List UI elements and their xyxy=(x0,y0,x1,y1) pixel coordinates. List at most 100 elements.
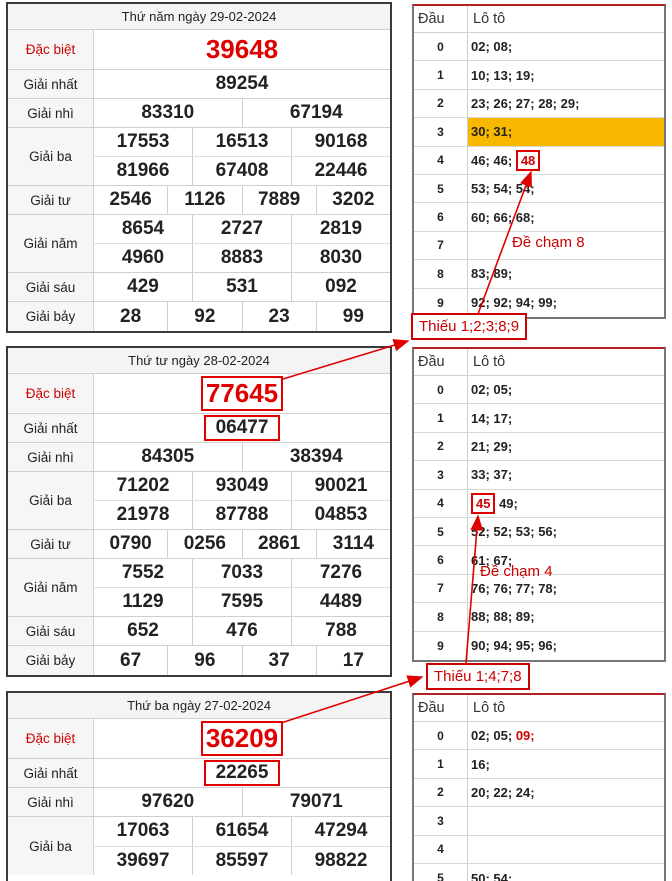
second-prize-value: 79071 xyxy=(241,788,391,816)
loto-numbers: 52; 52; 53; 56; xyxy=(471,524,557,540)
loto-column-header: Lô tô xyxy=(473,11,506,27)
third-prize-value: 47294 xyxy=(291,817,390,846)
head-column-header: Đầu xyxy=(414,695,468,721)
loto-numbers: 02; 08; xyxy=(471,39,513,55)
result-table-29-02: Thứ năm ngày 29-02-2024 Đặc biệt 39648 G… xyxy=(6,2,392,333)
sixth-prize-value: 429 xyxy=(127,276,159,297)
loto-special-tail-box: 45 xyxy=(471,492,496,514)
second-prize-label: Giải nhì xyxy=(8,443,94,471)
loto-numbers: 46; 46; xyxy=(471,152,516,168)
third-prize-row: Giải ba 17553 16513 90168 81966 67408 22… xyxy=(8,128,390,186)
special-prize-label: Đặc biệt xyxy=(8,374,94,413)
third-prize-row: Giải ba 17063 61654 47294 39697 85597 98… xyxy=(8,817,390,875)
loto-head: 8 xyxy=(414,260,468,288)
third-prize-value: 98822 xyxy=(291,846,390,875)
loto-numbers: 10; 13; 19; xyxy=(471,67,535,83)
loto-head: 8 xyxy=(414,603,468,631)
fifth-prize-value: 4489 xyxy=(291,588,390,616)
special-prize-value: 77645 xyxy=(200,376,284,411)
touch-note-2: Đề chạm 4 xyxy=(480,563,553,580)
third-prize-label: Giải ba xyxy=(8,128,94,185)
fifth-prize-value: 8883 xyxy=(192,244,291,272)
loto-numbers: 53; 54; 54; xyxy=(471,181,535,197)
loto-table-29-02: Đầu Lô tô 0 02; 08; 1 10; 13; 19; 2 23; 26;… xyxy=(412,4,666,319)
fifth-prize-value: 2727 xyxy=(192,215,291,243)
loto-head: 0 xyxy=(414,722,468,750)
fourth-prize-label: Giải tư xyxy=(8,186,94,214)
seventh-prize-row: Giải bảy 28 92 23 99 xyxy=(8,302,390,331)
loto-head: 3 xyxy=(414,461,468,489)
fifth-prize-value: 7033 xyxy=(192,559,291,587)
special-prize-value: 36209 xyxy=(200,721,284,756)
fifth-prize-value: 1129 xyxy=(122,591,164,612)
first-prize-row: Giải nhất 22265 xyxy=(8,759,390,788)
loto-numbers: 16; xyxy=(471,756,490,772)
seventh-prize-value: 67 xyxy=(120,649,142,671)
first-prize-label: Giải nhất xyxy=(8,414,94,442)
loto-table-27-02: Đầu Lô tô 0 02; 05; 09; 1 16; 2 20; 22; 24;… xyxy=(412,693,666,881)
fifth-prize-value: 8030 xyxy=(291,244,390,272)
first-prize-value: 89254 xyxy=(215,73,269,94)
loto-head: 4 xyxy=(414,489,468,517)
fourth-prize-value: 7889 xyxy=(241,186,316,214)
fourth-prize-value: 2861 xyxy=(241,530,316,558)
loto-special-tail-box: 48 xyxy=(515,149,541,171)
loto-highlight-number: 09; xyxy=(515,728,535,744)
fourth-prize-row: Giải tư 0790 0256 2861 3114 xyxy=(8,530,390,559)
result-date-header: Thứ năm ngày 29-02-2024 xyxy=(8,2,390,30)
fifth-prize-value: 2819 xyxy=(291,215,390,243)
first-prize-value: 06477 xyxy=(203,415,281,441)
third-prize-value: 81966 xyxy=(116,160,170,181)
missing-heads-box-1: Thiếu 1;2;3;8;9 xyxy=(411,313,528,340)
sixth-prize-row: Giải sáu 652 476 788 xyxy=(8,617,390,646)
sixth-prize-value: 476 xyxy=(192,617,291,645)
loto-head: 3 xyxy=(414,118,468,146)
loto-head: 6 xyxy=(414,546,468,574)
third-prize-value: 67408 xyxy=(192,157,291,185)
fifth-prize-value: 8654 xyxy=(121,218,165,239)
touch-note-1: Đề chạm 8 xyxy=(512,234,585,251)
loto-numbers: 33; 37; xyxy=(471,467,513,483)
third-prize-value: 17553 xyxy=(116,131,170,152)
loto-head: 4 xyxy=(414,146,468,174)
second-prize-value: 38394 xyxy=(241,443,391,471)
first-prize-label: Giải nhất xyxy=(8,70,94,98)
loto-numbers: 88; 88; 89; xyxy=(471,609,535,625)
seventh-prize-value: 23 xyxy=(241,302,316,331)
loto-column-header: Lô tô xyxy=(473,700,506,716)
fifth-prize-row: Giải năm 7552 7033 7276 1129 7595 4489 xyxy=(8,559,390,617)
loto-head: 4 xyxy=(414,835,468,863)
seventh-prize-row: Giải bảy 67 96 37 17 xyxy=(8,646,390,675)
loto-head: 1 xyxy=(414,61,468,89)
second-prize-label: Giải nhì xyxy=(8,99,94,127)
sixth-prize-label: Giải sáu xyxy=(8,617,94,645)
seventh-prize-label: Giải bảy xyxy=(8,302,94,331)
first-prize-value: 22265 xyxy=(203,760,281,786)
loto-head: 3 xyxy=(414,807,468,835)
loto-head: 2 xyxy=(414,89,468,118)
fifth-prize-value: 7595 xyxy=(192,588,291,616)
third-prize-value: 85597 xyxy=(192,846,291,875)
fifth-prize-row: Giải năm 8654 2727 2819 4960 8883 8030 xyxy=(8,215,390,273)
second-prize-value: 84305 xyxy=(141,446,195,467)
result-table-27-02: Thứ ba ngày 27-02-2024 Đặc biệt 36209 Gi… xyxy=(6,691,392,881)
loto-head: 0 xyxy=(414,33,468,61)
loto-head: 7 xyxy=(414,574,468,603)
third-prize-value: 87788 xyxy=(192,501,291,529)
seventh-prize-value: 28 xyxy=(120,305,142,327)
loto-numbers: 49; xyxy=(495,495,518,511)
loto-numbers xyxy=(468,836,664,863)
sixth-prize-value: 788 xyxy=(291,617,390,645)
loto-head: 5 xyxy=(414,863,468,881)
special-prize-row: Đặc biệt 39648 xyxy=(8,30,390,70)
loto-head: 2 xyxy=(414,778,468,807)
fifth-prize-value: 7552 xyxy=(121,562,165,583)
loto-numbers: 21; 29; xyxy=(471,438,513,454)
fifth-prize-label: Giải năm xyxy=(8,559,94,616)
loto-numbers: 02; 05; xyxy=(471,382,513,398)
third-prize-label: Giải ba xyxy=(8,472,94,529)
special-prize-label: Đặc biệt xyxy=(8,30,94,69)
third-prize-value: 71202 xyxy=(116,475,170,496)
special-prize-row: Đặc biệt 36209 xyxy=(8,719,390,759)
result-table-28-02: Thứ tư ngày 28-02-2024 Đặc biệt 77645 Gi… xyxy=(6,346,392,677)
